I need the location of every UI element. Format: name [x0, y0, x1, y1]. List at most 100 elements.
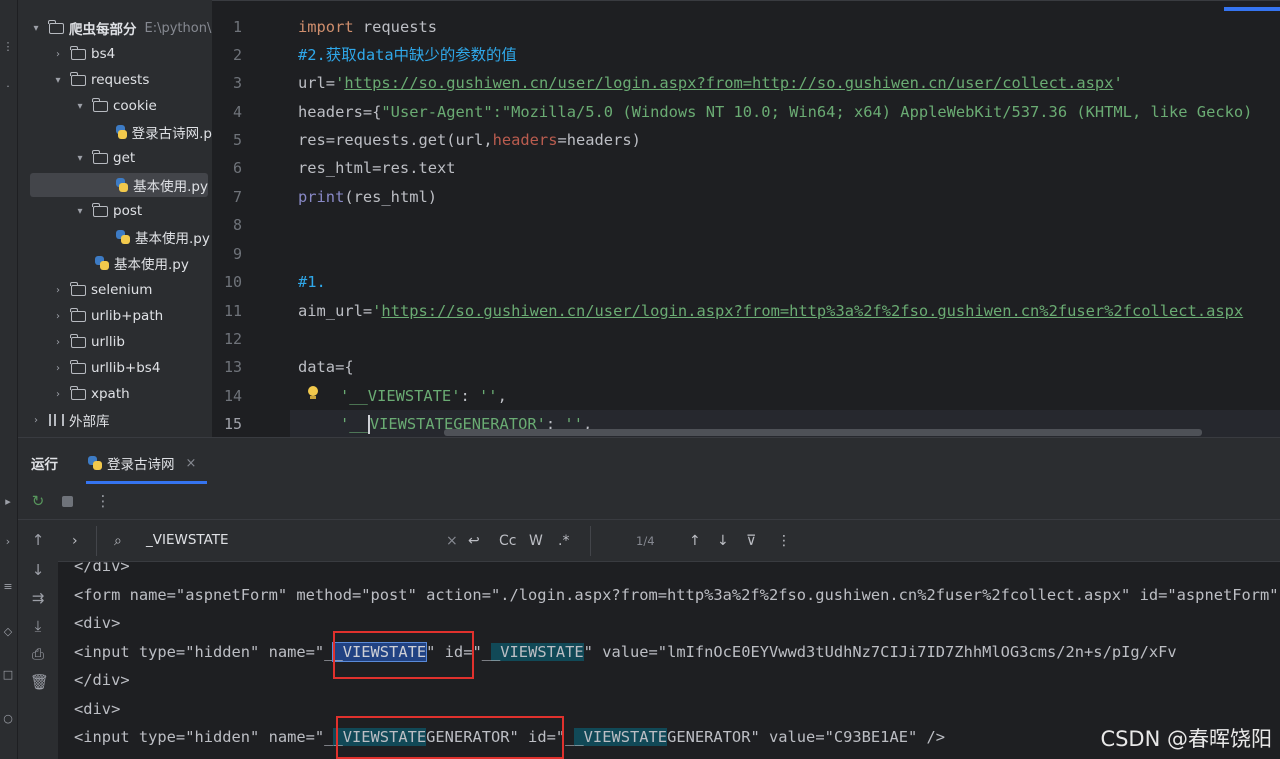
chevron-right-icon[interactable]: ›	[52, 49, 64, 60]
arrow-up-icon[interactable]: ↑	[30, 532, 46, 548]
structure-icon[interactable]: ⋮	[2, 40, 14, 54]
run-panel: 运行 登录古诗网 × ↻ ⋮ ↑ ↓ ⇉ ⤓ ⎙ 🗑 › ⌕ _VIEWSTAT…	[18, 437, 1280, 759]
chevron-right-icon[interactable]: ›	[52, 285, 64, 296]
line-number: 12	[223, 330, 242, 348]
lightbulb-icon[interactable]	[307, 386, 319, 402]
chevron-right-icon[interactable]: ›	[52, 389, 64, 400]
divider	[590, 526, 591, 556]
chevron-down-icon[interactable]: ▾	[52, 75, 64, 86]
search-input[interactable]: _VIEWSTATE	[146, 532, 229, 548]
tree-item-root[interactable]: ▾ 爬虫每部分 E:\python\	[18, 16, 212, 40]
code-line-comment: #2.获取data中缺少的参数的值	[298, 46, 517, 64]
terminal-icon[interactable]: ≡	[2, 580, 14, 594]
console-line: </div>	[74, 671, 130, 689]
tree-item-label: get	[113, 150, 136, 166]
search-match: _VIEWSTATE	[574, 728, 668, 746]
console-actions: ↑ ↓ ⇉ ⤓ ⎙ 🗑	[18, 520, 58, 759]
tree-item-xpath[interactable]: › xpath	[18, 382, 212, 406]
chevron-right-icon[interactable]: ›	[72, 532, 78, 550]
tree-item-urllib-bs4[interactable]: › urllib+bs4	[18, 356, 212, 380]
python-file-icon	[95, 256, 109, 270]
filter-icon[interactable]: ⊽	[746, 532, 756, 550]
tree-item-external-libs[interactable]: › 外部库	[18, 408, 212, 432]
soft-wrap-icon[interactable]: ⇉	[30, 590, 46, 606]
arrow-down-icon[interactable]: ↓	[30, 562, 46, 578]
tree-item-urllib[interactable]: › urllib	[18, 330, 212, 354]
console-line: <input type="hidden" name="__VIEWSTATE" …	[74, 642, 1177, 662]
tree-item-requests-basic[interactable]: 基本使用.py	[18, 251, 212, 275]
services-icon[interactable]: □	[2, 668, 14, 682]
code-line: data={	[298, 358, 354, 376]
chevron-down-icon[interactable]: ▾	[30, 23, 42, 34]
python-console-icon[interactable]: ›	[2, 535, 14, 549]
chevron-right-icon[interactable]: ›	[30, 415, 42, 426]
chevron-down-icon[interactable]: ▾	[74, 206, 86, 217]
tree-item-get-basic[interactable]: 基本使用.py	[30, 173, 208, 197]
code-area[interactable]: import requests #2.获取data中缺少的参数的值 url='h…	[290, 1, 1280, 437]
tree-item-requests[interactable]: ▾ requests	[18, 68, 212, 92]
tree-item-label: post	[113, 203, 143, 219]
problems-icon[interactable]: ◇	[2, 625, 14, 639]
line-number: 5	[232, 131, 242, 149]
chevron-right-icon[interactable]: ›	[52, 363, 64, 374]
tree-item-bs4[interactable]: › bs4	[18, 42, 212, 66]
line-number: 7	[232, 188, 242, 206]
new-line-icon[interactable]: ↩	[468, 532, 480, 550]
line-number: 8	[232, 216, 242, 234]
match-case-button[interactable]: Cc	[499, 532, 516, 550]
console-line: </div>	[74, 562, 130, 575]
tree-item-login-file[interactable]: 登录古诗网.p	[18, 120, 212, 144]
tree-item-post[interactable]: ▾ post	[18, 199, 212, 223]
line-number-current: 15	[223, 415, 242, 433]
tree-item-cookie[interactable]: ▾ cookie	[18, 94, 212, 118]
code-line-comment: #1.	[298, 273, 326, 291]
annotation-box	[333, 631, 474, 679]
line-number: 1	[232, 18, 242, 36]
console-output[interactable]: </div> <form name="aspnetForm" method="p…	[58, 562, 1280, 759]
tree-item-label: cookie	[113, 98, 157, 114]
run-tab-login[interactable]: 登录古诗网 ×	[88, 453, 196, 473]
folder-icon	[70, 71, 86, 86]
next-match-icon[interactable]: ↓	[717, 532, 729, 550]
tree-item-label: urllib+bs4	[91, 360, 161, 376]
more-options-icon[interactable]: ⋮	[777, 532, 791, 550]
run-tool-icon[interactable]: ▸	[2, 495, 14, 509]
chevron-right-icon[interactable]: ›	[52, 337, 64, 348]
scroll-to-end-icon[interactable]: ⤓	[30, 618, 46, 634]
divider	[96, 526, 97, 556]
console-line: <form name="aspnetForm" method="post" ac…	[74, 586, 1279, 604]
chevron-right-icon[interactable]: ›	[52, 311, 64, 322]
folder-icon	[70, 307, 86, 322]
tree-item-selenium[interactable]: › selenium	[18, 278, 212, 302]
print-icon[interactable]: ⎙	[30, 646, 46, 662]
bookmark-icon[interactable]: ·	[2, 80, 14, 94]
line-number: 11	[223, 302, 242, 320]
tree-item-urlib-path[interactable]: › urlib+path	[18, 304, 212, 328]
whole-word-button[interactable]: W	[529, 532, 543, 550]
search-icon[interactable]: ⌕	[114, 532, 122, 550]
code-line: res_html=res.text	[298, 159, 456, 177]
trash-icon[interactable]: 🗑	[30, 674, 49, 690]
chevron-down-icon[interactable]: ▾	[74, 153, 86, 164]
left-tool-strip: ⋮ · ▸ › ≡ ◇ □ ○	[0, 0, 18, 759]
tree-item-label: requests	[91, 72, 150, 88]
python-file-icon	[116, 125, 127, 139]
clear-icon[interactable]: ×	[446, 532, 458, 550]
stop-icon[interactable]	[62, 496, 73, 507]
tree-item-get[interactable]: ▾ get	[18, 146, 212, 170]
code-editor[interactable]: 1 2 3 4 5 6 7 8 9 10 11 12 13 14 15 impo…	[212, 0, 1280, 437]
previous-match-icon[interactable]: ↑	[689, 532, 701, 550]
rerun-icon[interactable]: ↻	[30, 493, 46, 509]
close-icon[interactable]: ×	[186, 456, 197, 471]
more-options-icon[interactable]: ⋮	[95, 493, 111, 509]
regex-button[interactable]: .*	[558, 532, 569, 550]
line-number: 6	[232, 159, 242, 177]
line-number: 4	[232, 103, 242, 121]
chevron-down-icon[interactable]: ▾	[74, 101, 86, 112]
tree-item-label: urllib	[91, 334, 125, 350]
code-line: res=requests.get(url,headers=headers)	[298, 131, 641, 149]
line-number: 10	[223, 273, 242, 291]
git-icon[interactable]: ○	[2, 712, 14, 726]
editor-horizontal-scrollbar[interactable]	[444, 429, 1202, 436]
tree-item-post-basic[interactable]: 基本使用.py	[18, 225, 212, 249]
